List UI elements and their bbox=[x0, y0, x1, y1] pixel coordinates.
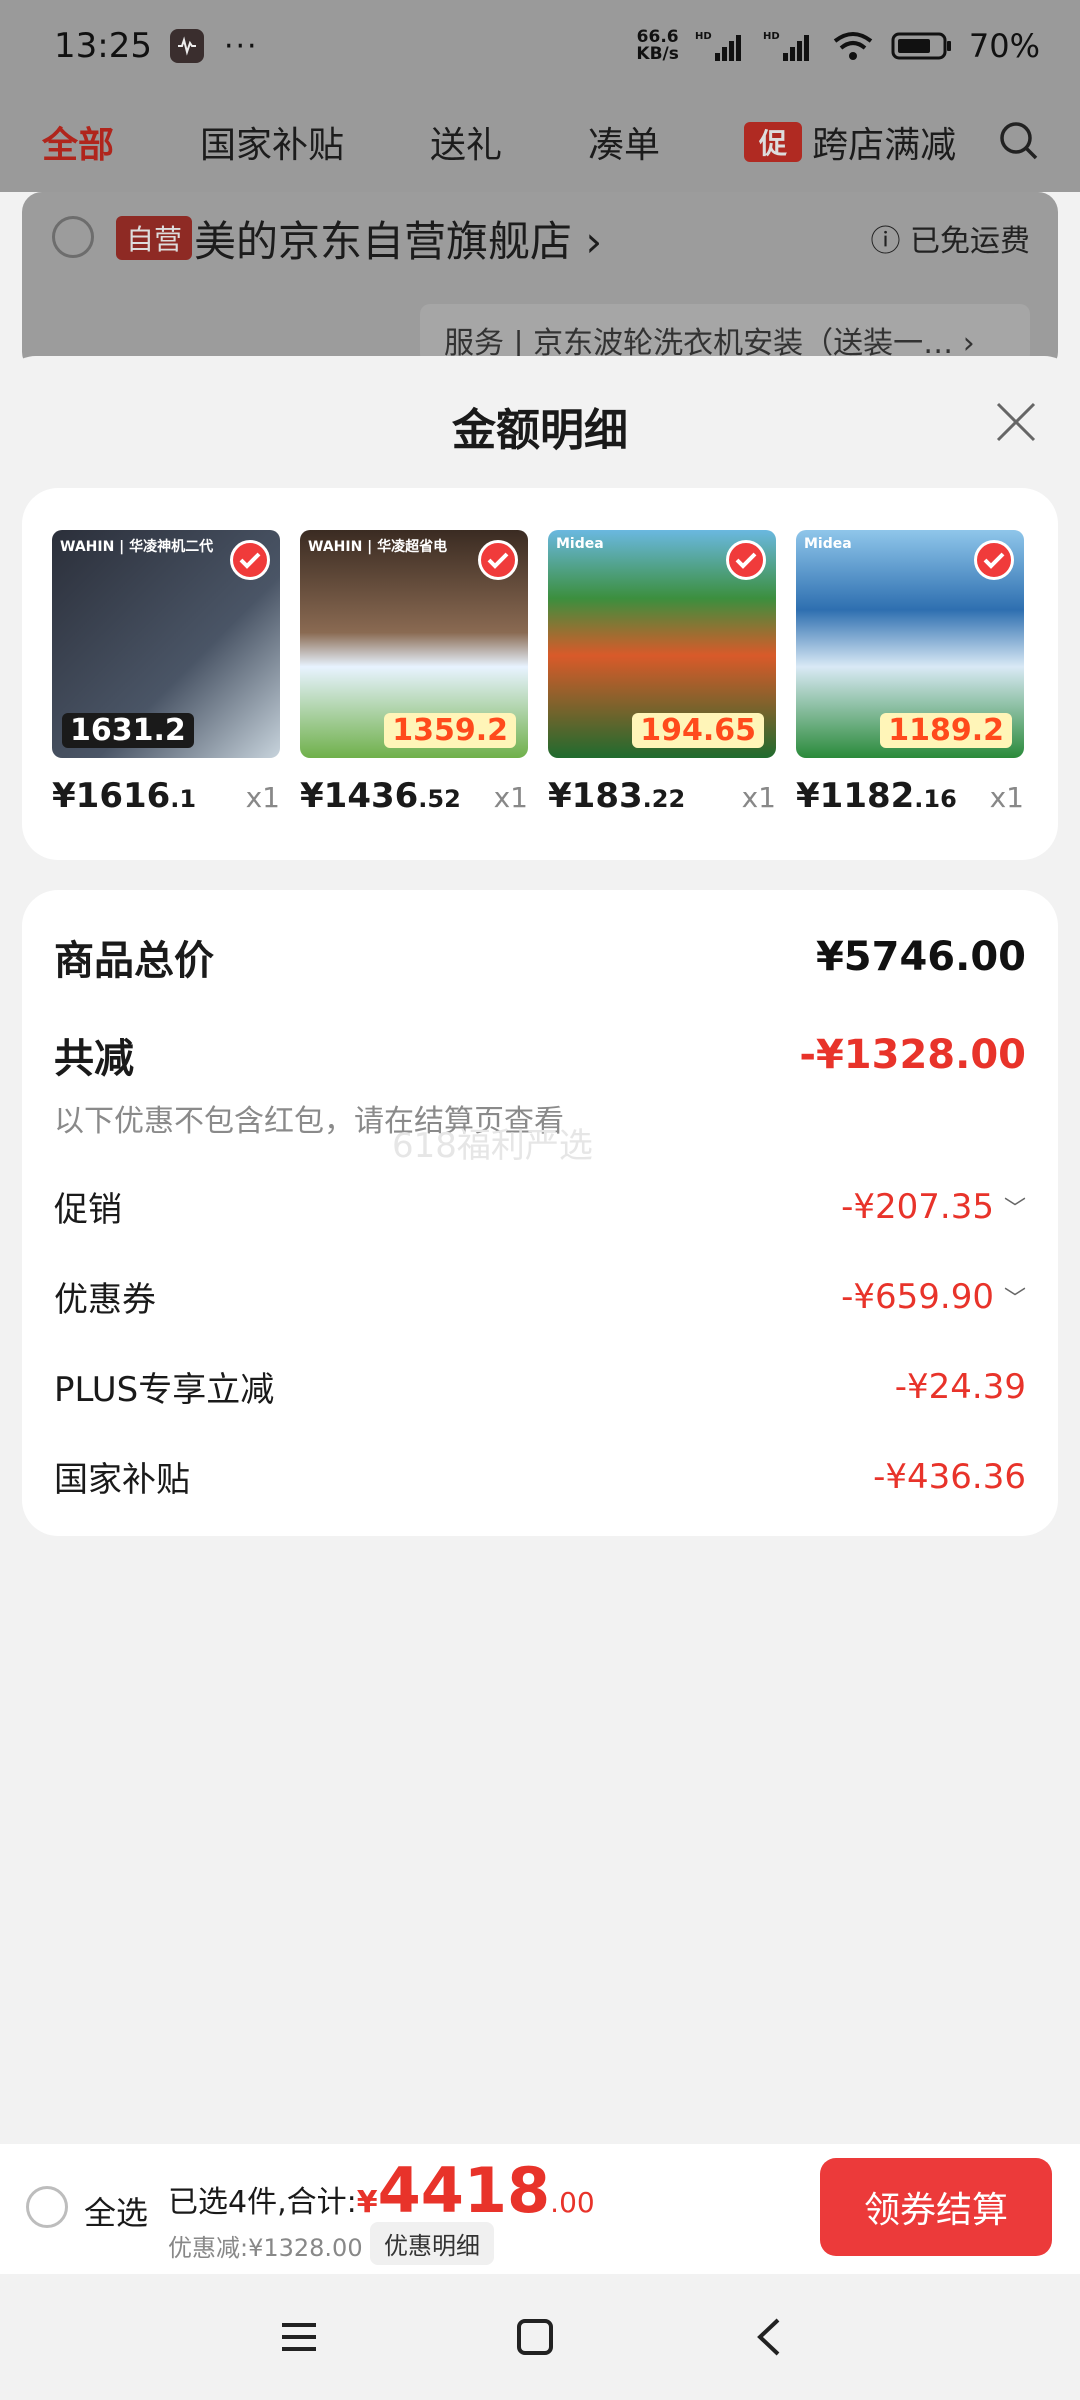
promo-badge: 促 bbox=[744, 122, 803, 162]
battery-percent: 70% bbox=[968, 27, 1040, 65]
shipping-status: ⓘ 已免运费 bbox=[870, 224, 1030, 259]
svg-text:HD: HD bbox=[763, 31, 780, 42]
product-qty: x1 bbox=[493, 781, 528, 814]
chevron-down-icon[interactable]: ﹀ bbox=[1004, 1281, 1026, 1313]
product-thumbnail: WAHIN | 华凌神机二代 1631.2 bbox=[52, 530, 280, 758]
selected-check-icon bbox=[726, 540, 766, 580]
total-reduction-row: 共减 -¥1328.00 bbox=[54, 1026, 1026, 1084]
promotion-label: 促销 bbox=[54, 1190, 122, 1230]
national-subsidy-label: 国家补贴 bbox=[54, 1460, 190, 1500]
product-qty: x1 bbox=[989, 781, 1024, 814]
watermark: 618福利严选 bbox=[392, 1126, 593, 1166]
product-price: ¥1182.16 bbox=[796, 776, 957, 816]
selected-check-icon bbox=[230, 540, 270, 580]
product-item[interactable]: WAHIN | 华凌超省电 1359.2 ¥1436.52 x1 bbox=[300, 530, 528, 816]
more-notifications: ··· bbox=[223, 28, 259, 64]
status-bar: 13:25 ··· 66.6 KB/s HD HD 70% bbox=[0, 0, 1080, 92]
tab-bundle[interactable]: 凑单 bbox=[588, 116, 660, 168]
promotion-value: -¥207.35 bbox=[841, 1186, 994, 1227]
cart-filter-tabs: 全部 国家补贴 送礼 凑单 促 跨店满减 bbox=[0, 92, 1080, 192]
battery-icon bbox=[891, 32, 951, 60]
chevron-down-icon[interactable]: ﹀ bbox=[1004, 1191, 1026, 1223]
total-reduction-value: -¥1328.00 bbox=[799, 1032, 1026, 1078]
total-reduction-label: 共减 bbox=[54, 1036, 134, 1082]
product-price: ¥1616.1 bbox=[52, 776, 197, 816]
system-nav-bar bbox=[0, 2274, 1080, 2400]
checkout-button[interactable]: 领券结算 bbox=[820, 2158, 1052, 2256]
svg-text:HD: HD bbox=[695, 31, 712, 42]
product-item[interactable]: WAHIN | 华凌神机二代 1631.2 ¥1616.1 x1 bbox=[52, 530, 280, 816]
checkout-bar: 全选 已选4件,合计: ¥ 4418 .00 优惠减:¥1328.00 优惠明细… bbox=[0, 2144, 1080, 2274]
tab-cross-store[interactable]: 跨店满减 bbox=[812, 116, 956, 168]
total-price-value: ¥5746.00 bbox=[815, 934, 1026, 980]
national-subsidy-row: 国家补贴 -¥436.36 bbox=[54, 1452, 1026, 1501]
product-thumbnail: Midea 194.65 bbox=[548, 530, 776, 758]
hd-signal-icon: HD bbox=[695, 31, 741, 61]
product-price: ¥183.22 bbox=[548, 776, 686, 816]
select-all-label[interactable]: 全选 bbox=[84, 2188, 148, 2234]
plus-discount-value: -¥24.39 bbox=[894, 1366, 1026, 1407]
product-item[interactable]: Midea 1189.2 ¥1182.16 x1 bbox=[796, 530, 1024, 816]
promotion-row[interactable]: 促销 -¥207.35 ﹀ bbox=[54, 1182, 1026, 1231]
product-qty: x1 bbox=[245, 781, 280, 814]
menu-icon[interactable] bbox=[274, 2312, 324, 2362]
discount-summary: 优惠减:¥1328.00 bbox=[168, 2234, 363, 2262]
hd-signal-icon: HD bbox=[763, 31, 809, 61]
product-qty: x1 bbox=[741, 781, 776, 814]
coupon-value: -¥659.90 bbox=[841, 1276, 994, 1317]
price-breakdown-card: 商品总价 ¥5746.00 共减 -¥1328.00 以下优惠不包含红包，请在结… bbox=[22, 890, 1058, 1536]
coupon-label: 优惠券 bbox=[54, 1280, 156, 1320]
shop-name[interactable]: 美的京东自营旗舰店 › bbox=[194, 208, 602, 269]
coupon-row[interactable]: 优惠券 -¥659.90 ﹀ bbox=[54, 1272, 1026, 1321]
amount-detail-sheet: 金额明细 WAHIN | 华凌神机二代 1631.2 ¥1616.1 x1 WA… bbox=[0, 356, 1080, 2400]
selected-check-icon bbox=[974, 540, 1014, 580]
wifi-icon bbox=[833, 32, 873, 60]
discount-detail-button[interactable]: 优惠明细 bbox=[370, 2222, 494, 2265]
tab-gift[interactable]: 送礼 bbox=[430, 116, 502, 168]
shop-select-radio[interactable] bbox=[52, 216, 94, 258]
tab-all[interactable]: 全部 bbox=[42, 116, 114, 168]
product-price: ¥1436.52 bbox=[300, 776, 461, 816]
background-shop-card: 自营 美的京东自营旗舰店 › ⓘ 已免运费 服务 | 京东波轮洗衣机安装（送装一… bbox=[22, 192, 1058, 372]
service-bar[interactable]: 服务 | 京东波轮洗衣机安装（送装一… › bbox=[420, 304, 1030, 364]
sheet-title: 金额明细 bbox=[452, 405, 628, 456]
total-price-label: 商品总价 bbox=[54, 938, 214, 984]
net-speed: 66.6 KB/s bbox=[636, 27, 679, 64]
clock: 13:25 bbox=[54, 26, 152, 66]
back-icon[interactable] bbox=[746, 2312, 796, 2362]
self-operated-badge: 自营 bbox=[116, 216, 193, 260]
home-icon[interactable] bbox=[510, 2312, 560, 2362]
product-thumbnail: Midea 1189.2 bbox=[796, 530, 1024, 758]
tab-national-subsidy[interactable]: 国家补贴 bbox=[200, 116, 344, 168]
product-item[interactable]: Midea 194.65 ¥183.22 x1 bbox=[548, 530, 776, 816]
national-subsidy-value: -¥436.36 bbox=[873, 1456, 1026, 1497]
product-strip: WAHIN | 华凌神机二代 1631.2 ¥1616.1 x1 WAHIN |… bbox=[22, 488, 1058, 860]
screen-recorder-icon bbox=[169, 29, 204, 63]
search-icon[interactable] bbox=[998, 120, 1040, 162]
product-thumbnail: WAHIN | 华凌超省电 1359.2 bbox=[300, 530, 528, 758]
close-icon[interactable] bbox=[992, 398, 1040, 446]
plus-discount-label: PLUS专享立减 bbox=[54, 1370, 275, 1410]
order-total: 已选4件,合计: ¥ 4418 .00 bbox=[168, 2154, 595, 2227]
total-price-row: 商品总价 ¥5746.00 bbox=[54, 928, 1026, 986]
selected-check-icon bbox=[478, 540, 518, 580]
select-all-radio[interactable] bbox=[26, 2186, 68, 2228]
plus-discount-row: PLUS专享立减 -¥24.39 bbox=[54, 1362, 1026, 1411]
